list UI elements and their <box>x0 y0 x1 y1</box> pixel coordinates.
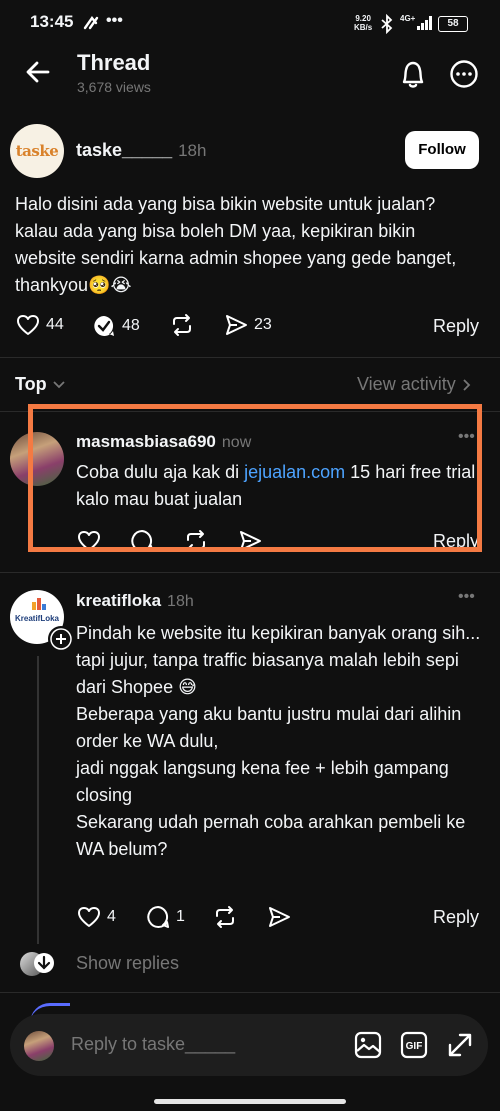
repost-icon[interactable] <box>170 313 194 337</box>
network-speed: 9.20 KB/s <box>354 14 373 32</box>
share-button[interactable]: 23 <box>224 314 272 336</box>
heart-icon <box>78 907 100 927</box>
comment-icon <box>147 906 169 928</box>
author-username[interactable]: taske_____ <box>76 140 172 160</box>
add-follow-button[interactable] <box>48 626 74 652</box>
app-notification-icon <box>82 14 102 32</box>
reply-input[interactable]: Reply to taske_____ <box>71 1034 235 1055</box>
signal-icon <box>416 15 434 31</box>
more-options-icon[interactable] <box>449 59 479 89</box>
reply-author[interactable]: kreatifloka 18h <box>76 591 194 611</box>
show-replies-link[interactable]: Show replies <box>76 953 179 974</box>
gif-icon[interactable]: GIF <box>400 1031 428 1059</box>
follow-button[interactable]: Follow <box>405 131 479 169</box>
battery-indicator: 58 <box>438 16 468 32</box>
sort-label: Top <box>15 374 47 394</box>
reply-line: Pindah ke website itu kepikiran banyak o… <box>76 623 481 643</box>
divider <box>0 992 500 993</box>
status-time: 13:45 <box>30 12 74 31</box>
bell-icon[interactable] <box>398 58 428 90</box>
repost-icon[interactable] <box>213 905 237 929</box>
author-avatar[interactable]: taske <box>10 124 64 178</box>
comment-button[interactable]: 48 <box>92 314 140 338</box>
reply-line: jadi nggak langsung kena fee + lebih gam… <box>76 758 449 805</box>
comment-count: 1 <box>176 908 185 925</box>
post-text: Halo disini ada yang bisa bikin website … <box>15 194 457 295</box>
back-arrow-icon[interactable] <box>24 58 52 86</box>
plus-icon <box>50 628 72 650</box>
send-icon[interactable] <box>267 906 291 928</box>
view-activity-link[interactable]: View activity <box>357 374 472 395</box>
like-count: 4 <box>107 908 116 925</box>
reply-username[interactable]: kreatifloka <box>76 591 161 610</box>
post-author[interactable]: taske_____ 18h <box>76 140 206 161</box>
reply-more-icon[interactable]: ••• <box>458 588 475 606</box>
comment-button[interactable]: 1 <box>146 905 185 929</box>
highlight-box <box>28 404 482 552</box>
bluetooth-icon <box>380 14 394 34</box>
chevron-down-icon <box>53 380 65 388</box>
like-button[interactable]: 4 <box>77 906 116 928</box>
thread-line <box>37 656 39 944</box>
reply-button[interactable]: Reply <box>433 907 479 928</box>
arrow-down-icon <box>34 953 54 973</box>
comment-check-icon <box>94 316 114 336</box>
post-time: 18h <box>178 141 207 160</box>
image-icon[interactable] <box>354 1031 382 1059</box>
page-title: Thread <box>77 50 151 75</box>
reply-line: tapi jujur, tanpa traffic biasanya malah… <box>76 650 459 697</box>
comment-count: 48 <box>122 317 140 334</box>
send-icon <box>226 315 247 335</box>
like-count: 44 <box>46 316 64 333</box>
network-type: 4G+ <box>400 14 416 23</box>
heart-icon <box>17 315 39 335</box>
more-notifications-icon: ••• <box>106 12 123 29</box>
sort-dropdown[interactable]: Top <box>15 374 66 395</box>
own-avatar <box>24 1031 54 1061</box>
home-indicator[interactable] <box>154 1099 346 1104</box>
like-button[interactable]: 44 <box>16 314 64 336</box>
svg-text:GIF: GIF <box>406 1041 423 1052</box>
divider <box>0 357 500 358</box>
views-count: 3,678 views <box>77 79 151 95</box>
reply-text: Pindah ke website itu kepikiran banyak o… <box>76 620 486 863</box>
divider <box>0 572 500 573</box>
expand-icon[interactable] <box>446 1031 474 1059</box>
share-count: 23 <box>254 316 272 333</box>
status-bar: 13:45 ••• 9.20 KB/s 4G+ 58 <box>0 0 500 48</box>
reply-line: Sekarang udah pernah coba arahkan pembel… <box>76 812 466 859</box>
view-activity-label: View activity <box>357 374 456 394</box>
reply-line: Beberapa yang aku bantu justru mulai dar… <box>76 704 462 751</box>
reply-button[interactable]: Reply <box>433 316 479 337</box>
chevron-right-icon <box>463 378 470 391</box>
reply-time: 18h <box>167 593 194 610</box>
